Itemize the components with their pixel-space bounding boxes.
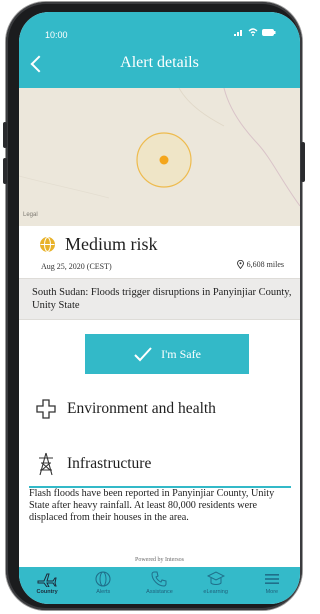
alert-globe-icon bbox=[95, 571, 111, 587]
nav-elearning[interactable]: eLearning bbox=[191, 567, 241, 595]
category-label: Infrastructure bbox=[67, 455, 152, 472]
graduation-cap-icon bbox=[206, 571, 225, 585]
im-safe-button[interactable]: I'm Safe bbox=[85, 334, 249, 374]
nav-assistance[interactable]: Assistance bbox=[134, 567, 184, 595]
bottom-nav: Country Alerts Assistance eLearning More bbox=[19, 567, 300, 604]
location-pin-icon bbox=[236, 260, 244, 269]
category-environment-health: Environment and health bbox=[35, 398, 216, 420]
status-icons bbox=[234, 28, 276, 36]
nav-label: More bbox=[265, 589, 279, 595]
nav-label: Assistance bbox=[146, 589, 173, 595]
powered-by: Powered by Intersos bbox=[135, 557, 184, 563]
distance-value: 6,608 miles bbox=[246, 260, 284, 269]
status-time: 10:00 bbox=[45, 30, 68, 40]
volume-up-button bbox=[3, 122, 7, 148]
volume-down-button bbox=[3, 158, 7, 184]
battery-icon bbox=[262, 28, 276, 36]
alert-map[interactable]: Legal bbox=[19, 88, 300, 226]
power-button bbox=[301, 142, 305, 182]
category-label: Environment and health bbox=[67, 400, 216, 417]
risk-level-row: Medium risk bbox=[39, 234, 158, 255]
pylon-icon bbox=[39, 452, 53, 476]
menu-icon bbox=[264, 574, 279, 584]
nav-more[interactable]: More bbox=[247, 567, 297, 595]
risk-level-label: Medium risk bbox=[65, 234, 158, 254]
signal-icon bbox=[234, 29, 242, 36]
nav-alerts[interactable]: Alerts bbox=[78, 567, 128, 595]
cross-outline-icon bbox=[36, 399, 56, 419]
checkmark-icon bbox=[134, 347, 152, 362]
alert-headline-box: South Sudan: Floods trigger disruptions … bbox=[19, 278, 300, 320]
app-header: 10:00 Alert details bbox=[19, 12, 300, 88]
phone-icon bbox=[151, 571, 167, 587]
map-roads bbox=[19, 88, 300, 207]
alert-date: Aug 25, 2020 (CEST) bbox=[41, 262, 112, 271]
medium-risk-icon bbox=[40, 237, 55, 252]
alert-headline: South Sudan: Floods trigger disruptions … bbox=[32, 287, 292, 311]
category-infrastructure: Infrastructure bbox=[35, 452, 151, 476]
nav-label: eLearning bbox=[203, 589, 228, 595]
plane-icon bbox=[37, 573, 57, 587]
alert-distance: 6,608 miles bbox=[236, 260, 284, 269]
phone-frame: 10:00 Alert details Legal Medium risk Au… bbox=[3, 2, 305, 610]
im-safe-label: I'm Safe bbox=[161, 346, 201, 361]
page-title: Alert details bbox=[120, 54, 199, 71]
nav-label: Country bbox=[36, 589, 58, 595]
map-marker-icon[interactable] bbox=[159, 155, 169, 165]
map-legal-link[interactable]: Legal bbox=[23, 212, 38, 218]
alert-description: Flash floods have been reported in Panyi… bbox=[29, 488, 275, 523]
nav-country[interactable]: Country bbox=[22, 567, 72, 595]
wifi-icon bbox=[248, 28, 258, 36]
app-screen: 10:00 Alert details Legal Medium risk Au… bbox=[19, 12, 300, 604]
nav-label: Alerts bbox=[96, 589, 111, 595]
